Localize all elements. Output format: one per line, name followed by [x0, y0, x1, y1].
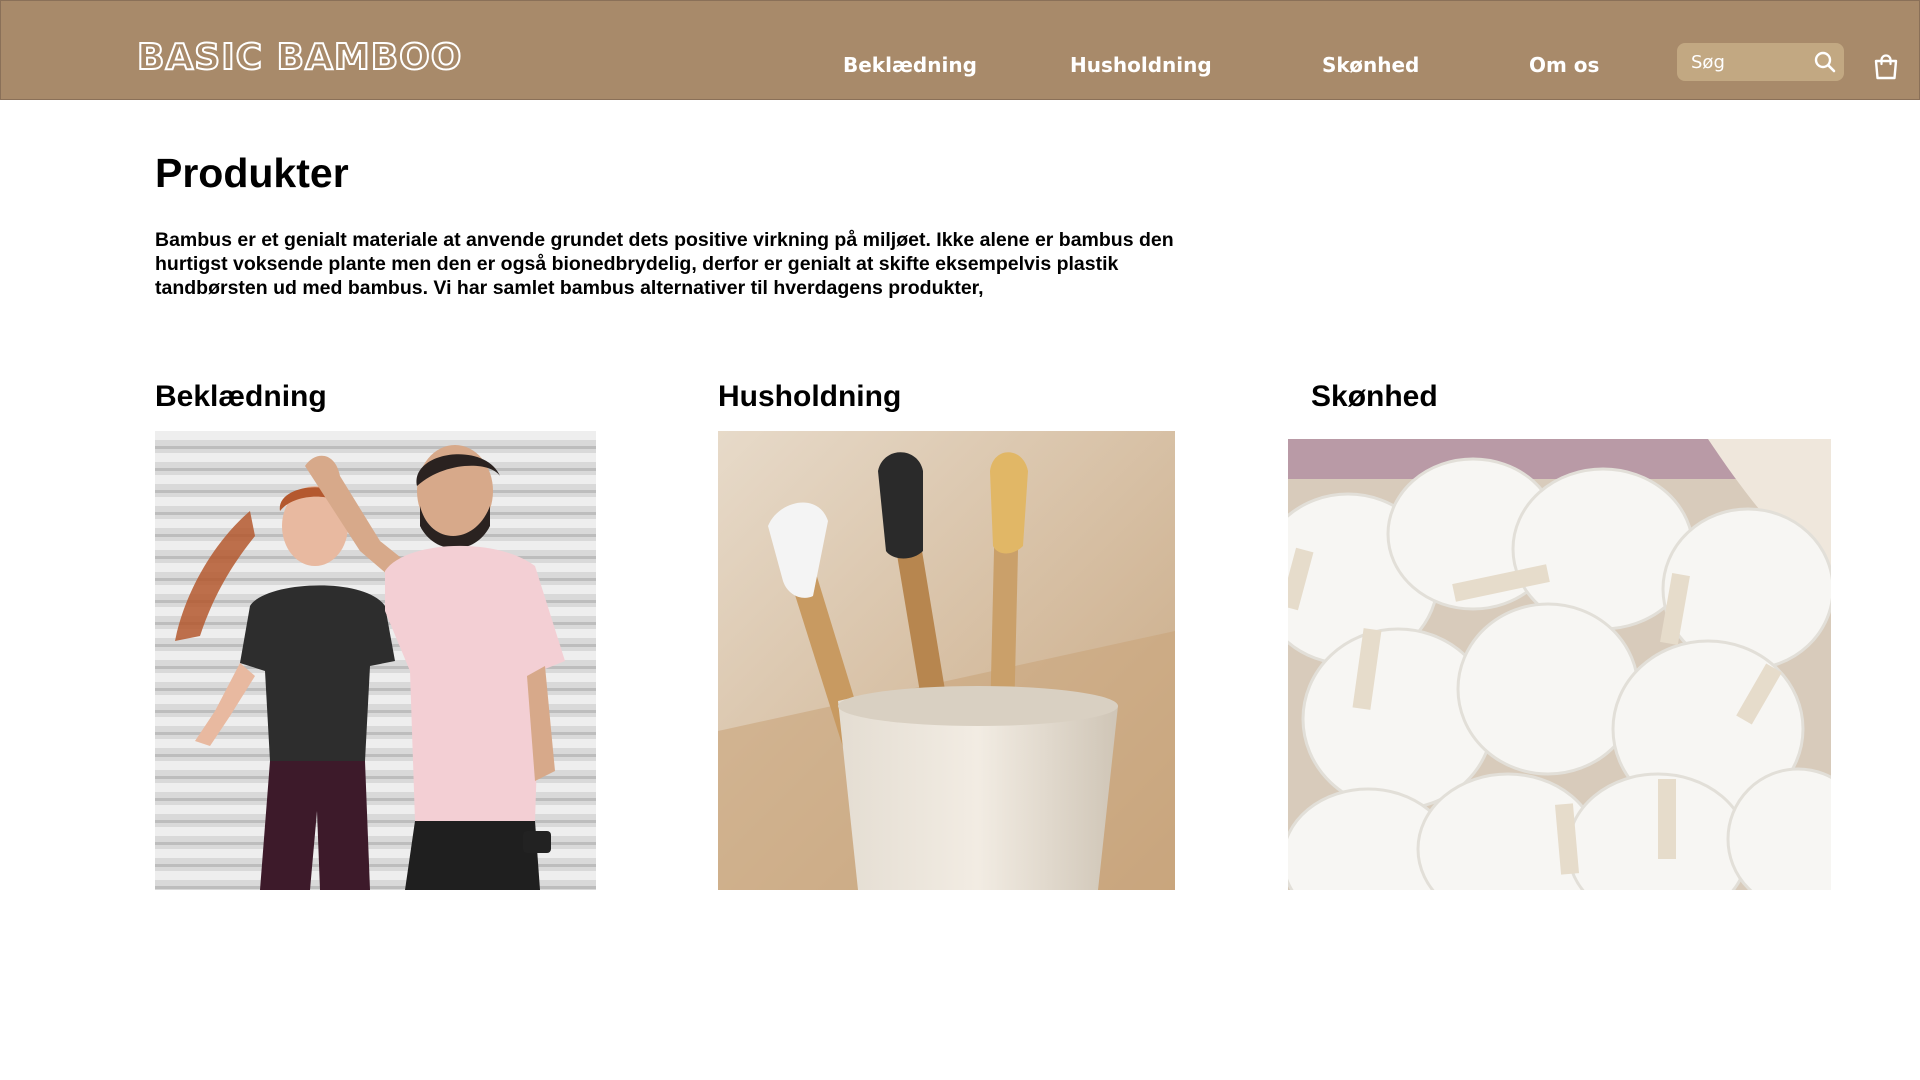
search-icon[interactable]	[1813, 50, 1837, 74]
nav-item-beklaedning[interactable]: Beklædning	[843, 53, 977, 77]
cart-icon[interactable]	[1873, 53, 1899, 81]
category-title-beklaedning[interactable]: Beklædning	[155, 380, 327, 414]
category-title-husholdning[interactable]: Husholdning	[718, 380, 901, 414]
logo[interactable]: BASIC BAMBOO	[136, 36, 462, 79]
category-title-skonhed[interactable]: Skønhed	[1311, 380, 1438, 414]
intro-text: Bambus er et genialt materiale at anvend…	[155, 229, 1174, 299]
search-input[interactable]	[1691, 49, 1801, 75]
category-image-skonhed[interactable]	[1288, 439, 1831, 890]
category-image-beklaedning[interactable]	[155, 431, 596, 890]
nav-item-om-os[interactable]: Om os	[1529, 53, 1599, 77]
page-title: Produkter	[155, 150, 349, 196]
nav-item-husholdning[interactable]: Husholdning	[1070, 53, 1212, 77]
category-image-husholdning[interactable]	[718, 431, 1175, 890]
nav-item-skonhed[interactable]: Skønhed	[1322, 53, 1419, 77]
search-box[interactable]	[1677, 43, 1844, 81]
site-header: BASIC BAMBOO Beklædning Husholdning Skøn…	[0, 0, 1920, 100]
